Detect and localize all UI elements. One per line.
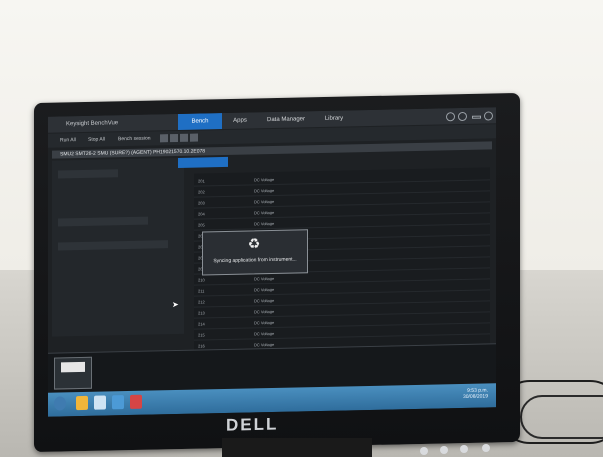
channel-cell: 203	[198, 200, 205, 206]
toolbar-button[interactable]	[160, 134, 168, 143]
taskbar-app-icon[interactable]	[76, 395, 88, 411]
start-button-icon[interactable]	[54, 396, 66, 411]
app-title: Keysight BenchVue	[66, 120, 119, 128]
mode-cell: DC Voltage	[254, 220, 275, 227]
mode-cell: DC Voltage	[254, 275, 275, 282]
channel-cell: 213	[198, 310, 205, 316]
channel-cell: 211	[198, 288, 205, 294]
channel-cell: 205	[198, 222, 205, 228]
channel-cell: 201	[198, 178, 205, 184]
mode-cell: DC Voltage	[254, 319, 275, 326]
loading-icon: ♻	[247, 235, 261, 252]
tab-apps[interactable]: Apps	[224, 112, 256, 129]
instrument-title: SMU2 SMT26-2 SMU (SURE?) (AGENT) PH19021…	[60, 148, 206, 158]
toolbar-button[interactable]	[180, 133, 188, 142]
mode-cell: DC Voltage	[254, 209, 275, 216]
channel-cell: 212	[198, 299, 205, 305]
tab-data-manager[interactable]: Data Manager	[258, 111, 314, 128]
mode-cell: DC Voltage	[254, 286, 275, 293]
mode-cell: DC Voltage	[254, 187, 275, 194]
toolbar-button[interactable]	[170, 133, 178, 143]
tab-bench[interactable]: Bench	[178, 113, 222, 130]
mode-cell: DC Voltage	[254, 176, 275, 183]
mode-cell: DC Voltage	[254, 297, 275, 304]
monitor-button[interactable]	[440, 446, 448, 454]
sync-message: Syncing application from instrument...	[213, 256, 297, 265]
taskbar-clock[interactable]: 9:53 p.m. 30/08/2019	[463, 387, 488, 400]
monitor-stand	[222, 438, 372, 457]
tab-library[interactable]: Library	[316, 110, 352, 127]
close-icon[interactable]	[484, 111, 493, 121]
monitor-button[interactable]	[460, 445, 468, 453]
mode-cell: DC Voltage	[254, 330, 275, 337]
screen: Keysight BenchVue Bench Apps Data Manage…	[48, 107, 496, 417]
clock-date: 30/08/2019	[462, 393, 488, 400]
sync-dialog: ♻ Syncing application from instrument...	[202, 229, 308, 276]
monitor-button[interactable]	[420, 447, 428, 455]
help-icon[interactable]	[458, 111, 467, 122]
channel-cell: 215	[198, 332, 205, 338]
stop-all-button[interactable]: Stop All	[88, 136, 105, 142]
left-row[interactable]	[58, 169, 118, 179]
monitor-brand-logo: DELL	[226, 414, 279, 435]
cable	[520, 395, 603, 439]
taskbar-app-icon[interactable]	[94, 395, 106, 410]
taskbar-app-icon[interactable]	[112, 395, 124, 410]
channel-cell: 214	[198, 321, 205, 327]
mode-cell: DC Voltage	[254, 308, 275, 315]
left-row[interactable]	[58, 216, 148, 227]
channel-cell: 210	[198, 277, 205, 283]
channel-cell: 202	[198, 189, 205, 195]
mode-cell: DC Voltage	[254, 198, 275, 205]
mouse-cursor-icon: ➤	[172, 299, 179, 310]
settings-icon[interactable]	[446, 112, 455, 122]
taskbar-app-icon[interactable]	[130, 394, 142, 409]
monitor-power-button[interactable]	[482, 444, 490, 452]
left-row[interactable]	[58, 240, 168, 251]
run-all-button[interactable]: Run All	[60, 137, 76, 143]
instrument-thumbnail-image	[61, 361, 85, 373]
bench-session-label: Bench session	[118, 135, 151, 143]
channel-cell: 216	[198, 343, 205, 349]
left-panel	[52, 157, 184, 337]
mode-cell: DC Voltage	[254, 341, 275, 348]
selected-tab-highlight[interactable]	[178, 156, 228, 168]
channel-cell: 204	[198, 211, 205, 217]
minimize-icon[interactable]	[472, 115, 481, 119]
instrument-thumbnail[interactable]	[54, 356, 92, 390]
toolbar-button[interactable]	[190, 133, 198, 142]
